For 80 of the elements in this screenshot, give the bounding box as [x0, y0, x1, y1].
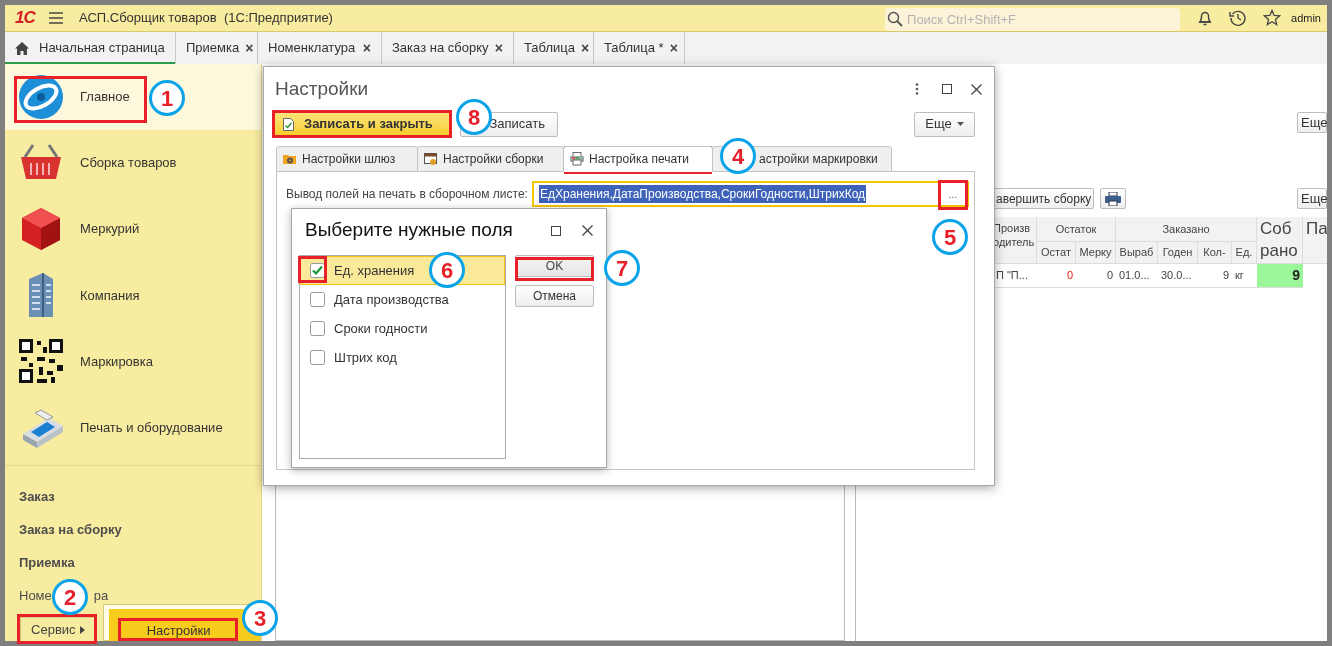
sidebar-item[interactable]: Сборка товаров: [5, 130, 261, 197]
close-icon[interactable]: ×: [575, 37, 590, 59]
sidebar-link[interactable]: Заказ: [19, 486, 55, 505]
printer-icon: [1105, 191, 1122, 206]
tab[interactable]: Настройки шлюз: [276, 146, 418, 172]
history-icon[interactable]: [1229, 9, 1248, 27]
tab[interactable]: Настройка печати: [563, 146, 713, 172]
close-icon[interactable]: ×: [356, 37, 371, 59]
menu-icon[interactable]: [48, 11, 65, 25]
table-cell: 30.0...: [1158, 264, 1198, 288]
column-header: Соб рано: [1257, 217, 1303, 264]
sidebar-item[interactable]: Меркурий: [5, 196, 261, 263]
swirl-icon: [17, 73, 65, 122]
print-button[interactable]: [1100, 188, 1127, 209]
window-title: АСП.Сборщик товаров (1С:Предприятие): [79, 9, 333, 28]
checkbox[interactable]: [310, 263, 325, 278]
column-header: Ед.: [1232, 242, 1257, 264]
tab[interactable]: Настройки сборки: [417, 146, 564, 172]
column-header: Остат: [1037, 242, 1076, 264]
tab[interactable]: Начальная страница: [5, 32, 176, 64]
checkbox[interactable]: [310, 292, 325, 307]
bell-icon[interactable]: [1197, 9, 1214, 27]
sidebar-link[interactable]: Заказ на сборку: [19, 519, 122, 538]
caret-icon: [956, 122, 964, 126]
more-button[interactable]: Еще: [1297, 112, 1327, 133]
app-logo: 1С: [15, 7, 36, 30]
column-header: Заказано: [1116, 217, 1257, 242]
document-check-icon: [283, 117, 294, 131]
field-label: Вывод полей на печать в сборочном листе:: [286, 186, 528, 203]
list-item[interactable]: Штрих код: [300, 343, 505, 372]
column-header: Мерку: [1076, 242, 1116, 264]
search-icon: [887, 10, 904, 27]
checkbox[interactable]: [310, 321, 325, 336]
qr-code-icon: [17, 337, 65, 386]
sidebar-item[interactable]: Печать и оборудование: [5, 394, 261, 461]
window-gear-icon: [424, 152, 438, 166]
finish-button[interactable]: авершить сборку: [993, 188, 1095, 209]
service-button[interactable]: Сервис: [20, 617, 96, 641]
home-icon: [15, 41, 29, 55]
column-header: Выраб: [1116, 242, 1158, 264]
user-name[interactable]: admin: [1291, 9, 1321, 27]
more-button[interactable]: Еще: [1297, 188, 1327, 209]
sidebar-link[interactable]: ра: [93, 585, 109, 604]
column-header: Годен: [1158, 242, 1198, 264]
ellipsis-button[interactable]: ...: [946, 187, 960, 201]
table-cell: 0: [1037, 264, 1076, 288]
table-cell: 9: [1257, 264, 1303, 288]
search-field[interactable]: Поиск Ctrl+Shift+F: [885, 7, 1181, 31]
highlight-frame: [938, 180, 968, 210]
list-item[interactable]: Дата производства: [300, 285, 505, 314]
close-icon[interactable]: ×: [488, 37, 503, 59]
dialog-title: Выберите нужные поля: [305, 218, 513, 243]
dialog-button[interactable]: Отмена: [515, 285, 594, 307]
printer-icon: [570, 152, 584, 166]
gear-icon: [283, 152, 297, 166]
sidebar-link[interactable]: Приемка: [19, 552, 75, 571]
table-cell: 01.0...: [1116, 264, 1158, 288]
highlight-frame: [298, 256, 327, 283]
more-icon[interactable]: [915, 83, 919, 95]
caret-icon: [79, 625, 85, 634]
checkbox[interactable]: [310, 350, 325, 365]
column-header: Па: [1303, 217, 1327, 264]
list-item[interactable]: Сроки годности: [300, 314, 505, 343]
column-header: Кол-: [1198, 242, 1232, 264]
table-cell: 9: [1198, 264, 1232, 288]
sidebar-item[interactable]: Маркировка: [5, 328, 261, 395]
sidebar-item[interactable]: Компания: [5, 262, 261, 329]
close-icon[interactable]: ×: [239, 37, 254, 59]
dialog-title: Настройки: [275, 76, 369, 101]
star-icon[interactable]: [1263, 9, 1282, 27]
maximize-icon[interactable]: [551, 225, 561, 236]
input-field[interactable]: ЕдХранения,ДатаПроизводства,СрокиГодности,ШтрихКод ...: [531, 181, 969, 207]
column-header: Остаток: [1037, 217, 1116, 242]
toolbar-button[interactable]: Еще: [914, 111, 975, 137]
close-icon[interactable]: [971, 83, 982, 95]
maximize-icon[interactable]: [942, 84, 952, 94]
close-icon[interactable]: ×: [663, 37, 678, 59]
sidebar-link[interactable]: Номе: [19, 585, 52, 604]
table-cell: 0: [1076, 264, 1116, 288]
close-icon[interactable]: [582, 225, 593, 236]
